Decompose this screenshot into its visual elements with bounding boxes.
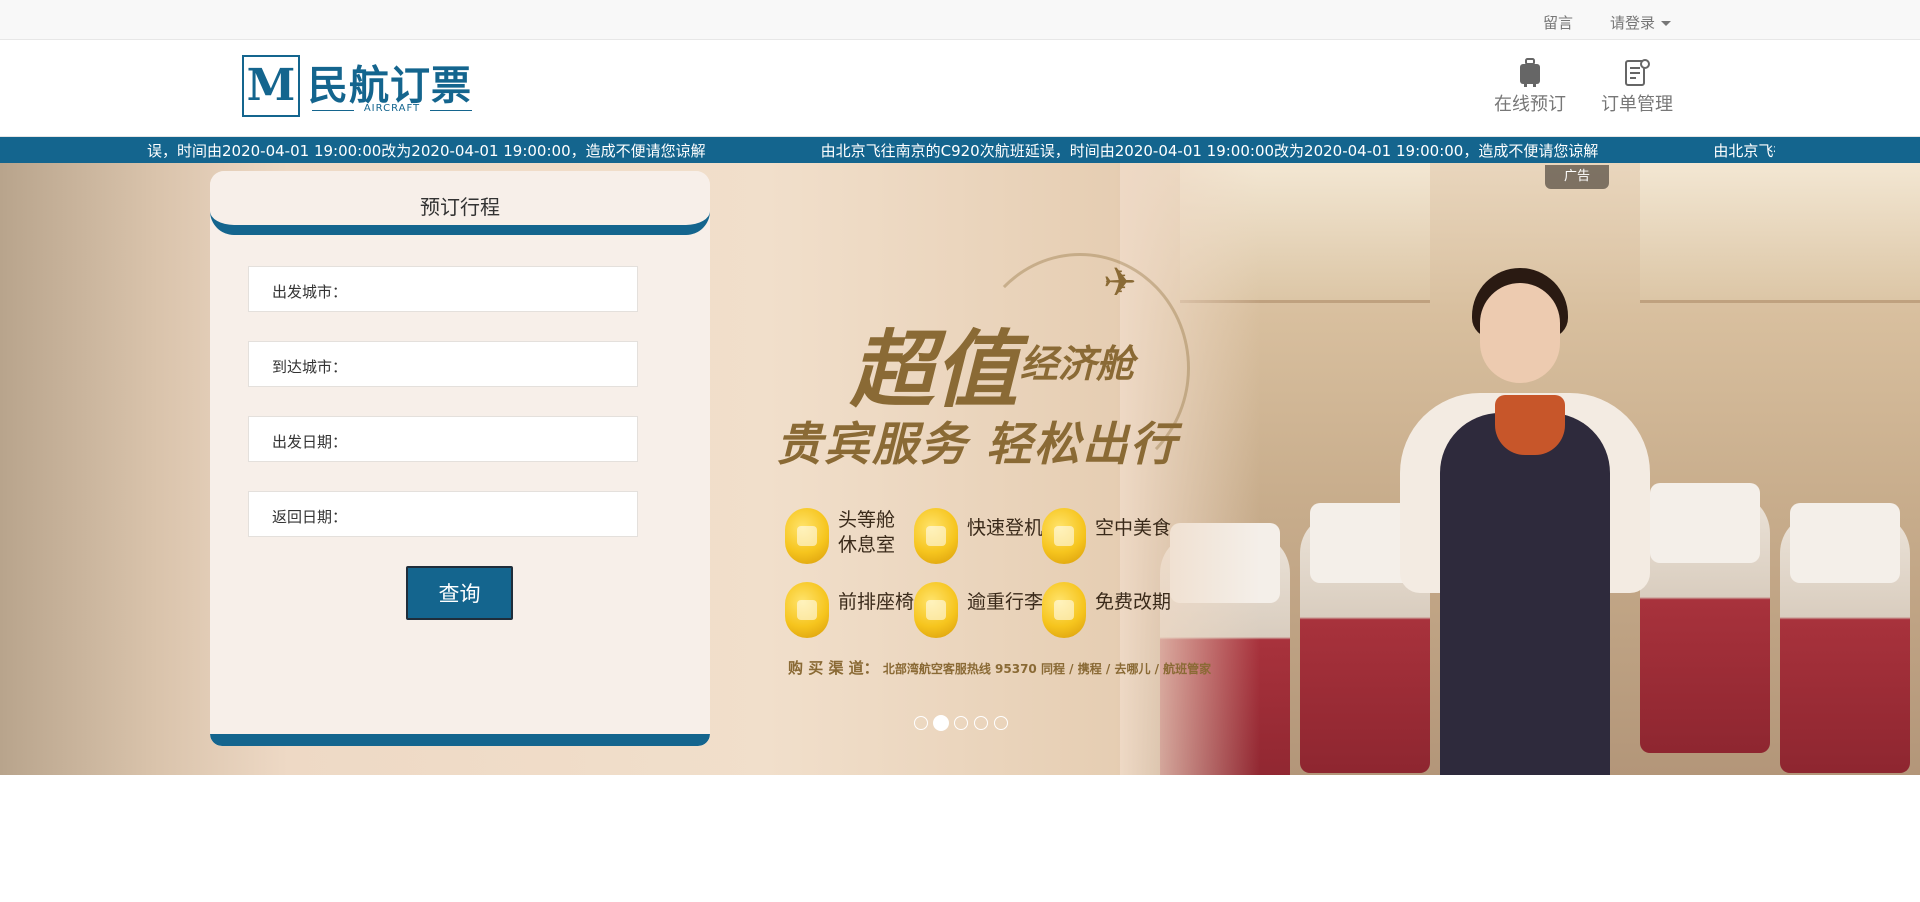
seat-headrest <box>1650 483 1760 563</box>
nav-order-management-label: 订单管理 <box>1601 94 1673 115</box>
suitcase-icon <box>1520 58 1540 87</box>
overhead-bin <box>1640 163 1920 303</box>
return-date-label: 返回日期： <box>272 508 348 526</box>
notice-item[interactable]: 由北京飞往南京的C920次航班延误，时间由2020-04-01 19:00:00… <box>821 140 1599 161</box>
booking-form-title: 预订行程 <box>420 195 500 219</box>
logo-subtitle: AIRCRAFT <box>312 103 472 117</box>
ad-tag: 广告 <box>1545 165 1609 189</box>
drink-icon <box>1042 508 1086 564</box>
purchase-channels: 购 买 渠 道： 北部湾航空客服热线 95370 同程 / 携程 / 去哪儿 /… <box>788 657 1211 678</box>
logo-mark: M <box>242 55 300 117</box>
departure-city-label: 出发城市： <box>272 283 348 301</box>
carousel-dot-1[interactable] <box>914 716 928 730</box>
search-button[interactable]: 查询 <box>406 566 513 620</box>
caret-down-icon <box>1661 21 1672 26</box>
divider <box>430 110 472 111</box>
promo-headline-sub: 经济舱 <box>1020 342 1135 386</box>
notice-item[interactable]: 由北京飞往南京的C92 <box>1713 140 1775 161</box>
order-edit-icon <box>1625 59 1650 86</box>
calendar-icon <box>1042 582 1086 638</box>
airplane-icon: ✈ <box>1103 260 1137 306</box>
feature-label: 逾重行李 <box>967 591 1044 613</box>
promo-slogan: 贵宾服务 轻松出行 <box>776 417 1179 471</box>
top-navbar: 留言 请登录 <box>0 0 1920 40</box>
booking-form-card: 预订行程 出发城市： 到达城市： 出发日期： 返回日期： 查询 <box>210 171 710 746</box>
return-date-field[interactable]: 返回日期： <box>248 491 638 537</box>
site-logo[interactable]: M 民航订票 AIRCRAFT <box>242 55 472 121</box>
feature-label: 前排座椅 <box>838 591 915 613</box>
attendant-vest <box>1440 413 1610 775</box>
feature-label: 免费改期 <box>1095 591 1172 613</box>
seat-headrest <box>1790 503 1900 583</box>
login-label: 请登录 <box>1610 14 1656 32</box>
sofa-icon <box>785 508 829 564</box>
arrival-city-label: 到达城市： <box>272 358 348 376</box>
departure-date-field[interactable]: 出发日期： <box>248 416 638 462</box>
departure-city-field[interactable]: 出发城市： <box>248 266 638 312</box>
feature-label: 头等舱 休息室 <box>838 509 896 556</box>
nav-order-management[interactable]: 订单管理 <box>1592 58 1682 116</box>
site-header: M 民航订票 AIRCRAFT 在线预订 订单管理 <box>0 40 1920 137</box>
marquee-clip: 误，时间由2020-04-01 19:00:00改为2020-04-01 19:… <box>0 137 1775 163</box>
nav-online-booking[interactable]: 在线预订 <box>1485 58 1575 116</box>
nav-online-booking-label: 在线预订 <box>1494 94 1566 115</box>
feature-label: 快速登机 <box>967 517 1044 539</box>
channel-label: 购 买 渠 道： <box>788 659 879 677</box>
luggage-icon <box>914 582 958 638</box>
logo-subtitle-text: AIRCRAFT <box>363 103 421 114</box>
message-link[interactable]: 留言 <box>1543 12 1573 33</box>
booking-form-header: 预订行程 <box>210 171 710 235</box>
attendant-face <box>1480 283 1560 383</box>
booking-form-footer <box>210 734 710 746</box>
promo-headline: 超值 <box>850 320 1019 419</box>
seat-icon <box>785 582 829 638</box>
carousel-dot-5[interactable] <box>994 716 1008 730</box>
channel-text: 北部湾航空客服热线 95370 同程 / 携程 / 去哪儿 / 航班管家 <box>882 662 1212 676</box>
arrival-city-field[interactable]: 到达城市： <box>248 341 638 387</box>
marquee-track: 误，时间由2020-04-01 19:00:00改为2020-04-01 19:… <box>147 140 1775 161</box>
carousel-dot-3[interactable] <box>954 716 968 730</box>
departure-date-label: 出发日期： <box>272 433 348 451</box>
login-dropdown[interactable]: 请登录 <box>1610 12 1672 33</box>
flight-notice-marquee: 误，时间由2020-04-01 19:00:00改为2020-04-01 19:… <box>0 137 1920 163</box>
boarding-icon <box>914 508 958 564</box>
feature-label: 空中美食 <box>1095 517 1172 539</box>
attendant-scarf <box>1495 395 1565 455</box>
carousel-dot-4[interactable] <box>974 716 988 730</box>
notice-item[interactable]: 误，时间由2020-04-01 19:00:00改为2020-04-01 19:… <box>147 140 706 161</box>
carousel-dot-2[interactable] <box>933 715 949 731</box>
